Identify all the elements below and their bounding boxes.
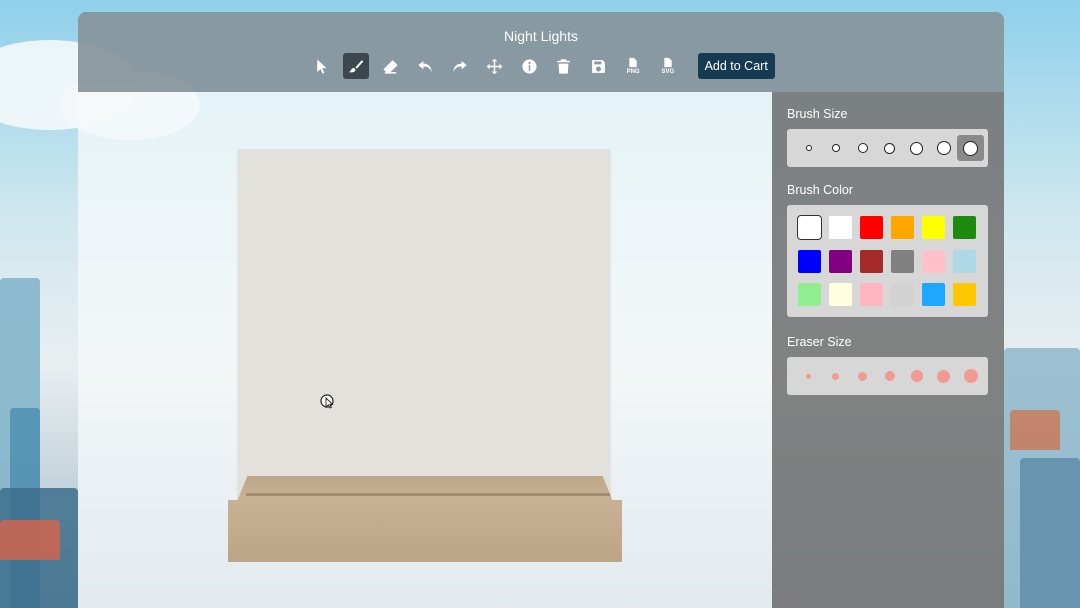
brush-icon — [349, 59, 364, 72]
brush-size-dot — [885, 143, 894, 153]
export-png-button[interactable]: PNG — [620, 53, 646, 79]
wood-base-front — [228, 500, 622, 562]
brush-tool-button[interactable] — [342, 53, 369, 79]
color-swatch[interactable] — [922, 216, 945, 239]
page-title: Night Lights — [504, 28, 578, 44]
eraser-size-dot — [884, 371, 895, 381]
color-swatch[interactable] — [922, 283, 945, 307]
eraser-size-option[interactable] — [849, 363, 876, 389]
eraser-size-label: Eraser Size — [787, 335, 852, 349]
eraser-size-dot — [937, 369, 950, 383]
file-icon — [664, 57, 672, 68]
brush-size-option[interactable] — [849, 135, 876, 161]
night-light-product — [228, 150, 623, 565]
png-label: PNG — [626, 69, 640, 75]
designer-app: Night Lights PNG SVG Add to Cart Brush S… — [78, 12, 1004, 608]
eraser-size-dot — [858, 371, 867, 381]
brush-size-option[interactable] — [876, 135, 903, 161]
move-icon — [486, 58, 503, 74]
eraser-size-option[interactable] — [876, 363, 903, 389]
info-icon — [522, 58, 537, 74]
color-swatch[interactable] — [891, 283, 914, 307]
brush-size-box — [787, 129, 988, 167]
brush-size-option[interactable] — [822, 135, 849, 161]
eraser-size-dot — [963, 369, 978, 383]
brush-size-options — [787, 129, 988, 167]
brush-size-dot — [832, 145, 839, 151]
brush-size-dot — [911, 142, 922, 154]
brush-cursor-icon — [320, 394, 334, 409]
select-tool-button[interactable] — [308, 53, 334, 79]
save-tool-button[interactable] — [586, 53, 612, 79]
move-tool-button[interactable] — [481, 53, 507, 79]
eraser-size-option[interactable] — [957, 363, 984, 389]
color-swatch[interactable] — [829, 249, 852, 273]
info-tool-button[interactable] — [516, 53, 542, 79]
trash-icon — [557, 58, 571, 74]
design-canvas[interactable] — [78, 92, 772, 608]
color-swatch[interactable] — [922, 249, 945, 273]
brush-size-dot — [964, 141, 977, 155]
save-icon — [592, 59, 605, 73]
top-bar: Night Lights PNG SVG Add to Cart — [78, 12, 1004, 92]
eraser-size-option[interactable] — [795, 363, 822, 389]
brush-size-option[interactable] — [957, 135, 984, 161]
tool-options-panel: Brush Size Brush Color Eraser Size — [772, 92, 1004, 608]
toolbar: PNG SVG Add to Cart — [308, 52, 775, 80]
eraser-size-dot — [910, 370, 923, 382]
color-swatch[interactable] — [891, 216, 914, 239]
color-swatch[interactable] — [953, 249, 976, 273]
svg-label: SVG — [661, 69, 675, 75]
color-swatch[interactable] — [860, 216, 883, 239]
color-swatch[interactable] — [891, 249, 914, 273]
brush-color-palette — [787, 205, 988, 317]
color-swatch[interactable] — [798, 249, 821, 273]
add-to-cart-button[interactable]: Add to Cart — [697, 53, 775, 79]
color-swatch[interactable] — [860, 249, 883, 273]
undo-tool-button[interactable] — [412, 53, 438, 79]
color-swatch[interactable] — [953, 283, 976, 307]
wood-base-slot — [246, 493, 610, 496]
brush-size-dot — [937, 142, 950, 154]
redo-tool-button[interactable] — [447, 53, 473, 79]
color-swatch[interactable] — [829, 283, 852, 307]
brush-size-option[interactable] — [903, 135, 930, 161]
delete-tool-button[interactable] — [551, 53, 577, 79]
color-swatch[interactable] — [953, 216, 976, 239]
color-swatch[interactable] — [829, 216, 852, 239]
brush-size-label: Brush Size — [787, 107, 848, 121]
eraser-size-dot — [832, 372, 839, 380]
brush-size-option[interactable] — [930, 135, 957, 161]
eraser-size-option[interactable] — [822, 363, 849, 389]
eraser-tool-button[interactable] — [377, 53, 403, 79]
eraser-icon — [383, 59, 398, 74]
color-swatch[interactable] — [860, 283, 883, 307]
eraser-size-option[interactable] — [903, 363, 930, 389]
brush-size-option[interactable] — [795, 135, 822, 161]
brush-size-dot — [806, 146, 811, 150]
eraser-size-dot — [806, 373, 811, 379]
brush-size-dot — [858, 144, 867, 152]
eraser-size-option[interactable] — [930, 363, 957, 389]
acrylic-panel[interactable] — [238, 150, 610, 510]
pointer-icon — [316, 58, 326, 74]
color-swatch[interactable] — [798, 216, 821, 239]
brush-color-box — [787, 205, 988, 318]
color-swatch[interactable] — [798, 283, 821, 307]
eraser-size-options — [787, 357, 988, 395]
undo-icon — [417, 60, 432, 72]
brush-color-label: Brush Color — [787, 183, 853, 197]
eraser-size-box — [787, 357, 988, 395]
export-svg-button[interactable]: SVG — [655, 53, 681, 79]
redo-icon — [453, 60, 467, 72]
file-icon — [629, 57, 637, 68]
